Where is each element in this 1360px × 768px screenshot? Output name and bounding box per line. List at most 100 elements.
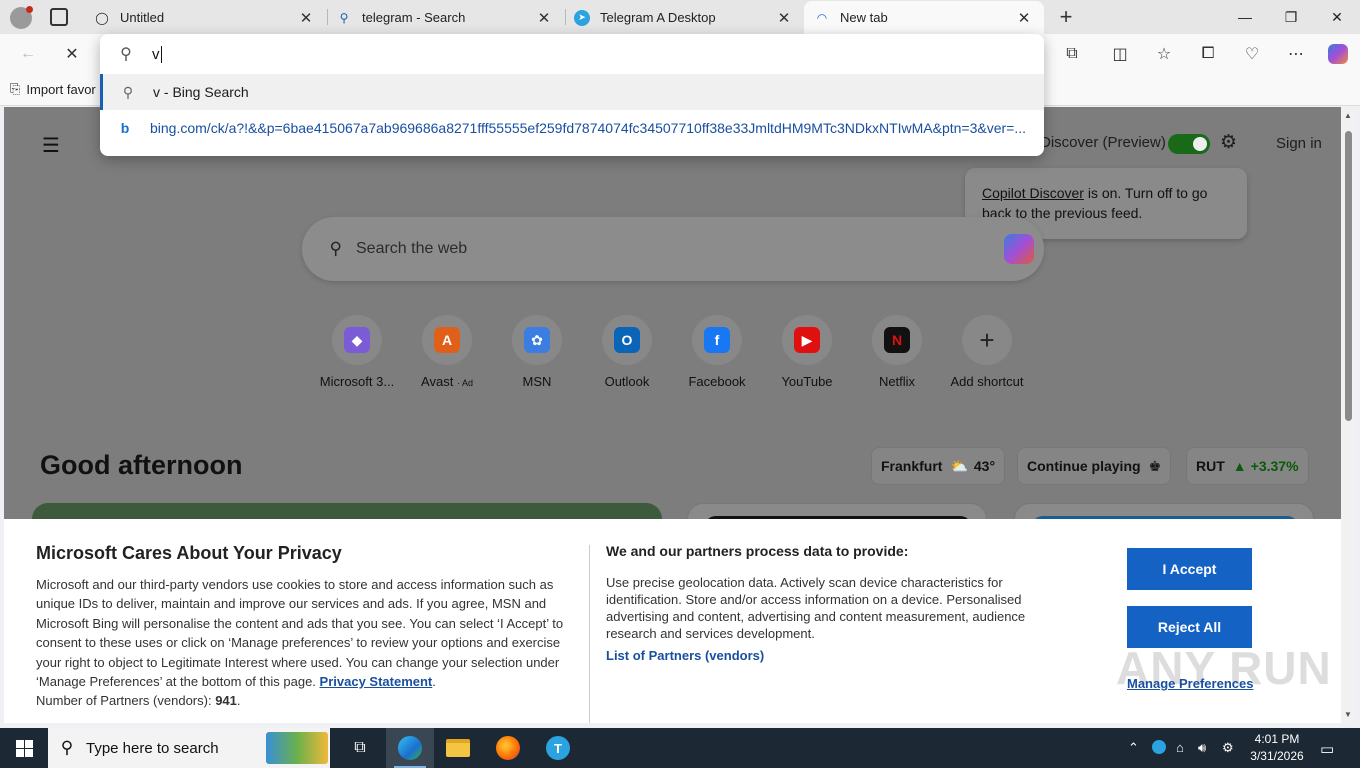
- shortcut-outlook[interactable]: O Outlook: [582, 315, 672, 389]
- manage-preferences-link[interactable]: Manage Preferences: [1127, 676, 1253, 691]
- purposes-heading: We and our partners process data to prov…: [606, 543, 909, 559]
- telegram-icon: ➤: [574, 9, 590, 26]
- shortcut-facebook[interactable]: f Facebook: [672, 315, 762, 389]
- suggestion-url[interactable]: b bing.com/ck/a?!&&p=6bae415067a7ab96968…: [100, 110, 1044, 146]
- file-explorer-icon[interactable]: [434, 728, 482, 768]
- collections-icon[interactable]: ⧠: [1194, 40, 1222, 68]
- edge-taskbar-icon[interactable]: [386, 728, 434, 768]
- clock-date: 3/31/2026: [1250, 749, 1304, 763]
- shortcut-microsoft365[interactable]: ◆ Microsoft 3...: [312, 315, 402, 389]
- network-icon[interactable]: ⌂: [1176, 740, 1184, 755]
- shortcut-label: Microsoft 3...: [319, 374, 395, 389]
- close-window-button[interactable]: ✕: [1314, 0, 1360, 34]
- accept-button[interactable]: I Accept: [1127, 548, 1252, 590]
- performance-icon[interactable]: ♡: [1238, 40, 1266, 68]
- ad-badge: · Ad: [456, 378, 473, 388]
- sign-in-link[interactable]: Sign in: [1276, 135, 1322, 152]
- minimize-button[interactable]: —: [1222, 0, 1268, 34]
- volume-icon[interactable]: 🔊︎: [1198, 740, 1206, 756]
- divider: [589, 545, 590, 723]
- notification-icon[interactable]: ▭: [1320, 740, 1334, 758]
- close-icon[interactable]: ✕: [1014, 9, 1034, 27]
- start-button[interactable]: [0, 728, 48, 768]
- tab-untitled[interactable]: ◯ Untitled ✕: [84, 1, 326, 34]
- partners-label: Number of Partners (vendors):: [36, 693, 216, 709]
- split-screen-icon[interactable]: ◫: [1106, 40, 1134, 68]
- close-icon[interactable]: ✕: [774, 9, 794, 27]
- privacy-statement-link[interactable]: Privacy Statement: [320, 674, 433, 689]
- suggestion-text: v - Bing Search: [153, 84, 249, 100]
- clock-time: 4:01 PM: [1254, 732, 1300, 746]
- settings-tray-icon[interactable]: ⚙: [1222, 740, 1234, 756]
- telegram-taskbar-icon[interactable]: T: [534, 728, 582, 768]
- tab-actions-icon[interactable]: [50, 8, 68, 26]
- avast-icon: A: [434, 327, 460, 353]
- import-favorites-button[interactable]: ⎘ Import favor: [10, 81, 96, 97]
- menu-icon[interactable]: ☰: [42, 133, 60, 158]
- plus-icon: +: [979, 324, 995, 355]
- shortcut-label: Add shortcut: [950, 374, 1024, 389]
- facebook-icon: f: [704, 327, 730, 353]
- page-scrollbar[interactable]: ▲ ▼: [1341, 107, 1356, 723]
- stock-symbol: RUT: [1196, 458, 1225, 474]
- reject-all-button[interactable]: Reject All: [1127, 606, 1252, 648]
- address-input[interactable]: ⚲ v: [100, 34, 1044, 74]
- loading-icon: ◠: [816, 10, 828, 25]
- shortcut-label: Netflix: [878, 374, 916, 389]
- tab-telegram-search[interactable]: ⚲ telegram - Search ✕: [326, 1, 564, 34]
- microsoft365-icon: ◆: [344, 327, 370, 353]
- purposes-body: Use precise geolocation data. Actively s…: [606, 575, 1026, 641]
- suggestion-bing-search[interactable]: ⚲ v - Bing Search: [100, 74, 1044, 110]
- copilot-icon[interactable]: [1324, 40, 1352, 68]
- address-bar-dropdown: ⚲ v ⚲ v - Bing Search b bing.com/ck/a?!&…: [100, 34, 1044, 156]
- continue-playing-pill[interactable]: Continue playing ♚: [1017, 447, 1172, 485]
- chevron-up-icon[interactable]: ⌃: [1128, 740, 1139, 756]
- search-placeholder: Search the web: [356, 240, 468, 257]
- stop-loading-button[interactable]: ✕: [58, 40, 86, 68]
- globe-icon: ◯: [95, 10, 109, 25]
- shortcut-avast[interactable]: A Avast · Ad: [402, 315, 492, 389]
- close-icon[interactable]: ✕: [534, 9, 554, 27]
- web-search-box[interactable]: ⚲ Search the web: [302, 217, 1044, 281]
- add-shortcut-button[interactable]: + Add shortcut: [942, 315, 1032, 389]
- telegram-tray-icon[interactable]: [1152, 740, 1166, 757]
- extensions-icon[interactable]: ⧉: [1058, 40, 1086, 68]
- more-icon[interactable]: ⋯: [1282, 40, 1310, 68]
- back-button[interactable]: ←: [14, 40, 42, 68]
- discover-toggle[interactable]: [1168, 134, 1210, 154]
- scrollbar-thumb[interactable]: [1345, 131, 1352, 421]
- weather-temp: 43°: [973, 458, 996, 474]
- shortcut-netflix[interactable]: N Netflix: [852, 315, 942, 389]
- task-view-icon[interactable]: ⧉: [336, 728, 384, 768]
- privacy-body-text: Microsoft and our third-party vendors us…: [36, 577, 564, 690]
- weather-city: Frankfurt: [881, 458, 943, 474]
- weather-pill[interactable]: Frankfurt ⛅ 43°: [871, 447, 1006, 485]
- taskbar-search[interactable]: ⚲ Type here to search: [48, 728, 330, 768]
- favorites-icon[interactable]: ☆: [1150, 40, 1178, 68]
- new-tab-button[interactable]: +: [1054, 4, 1078, 30]
- shortcut-label: YouTube: [781, 374, 833, 389]
- copilot-discover-link[interactable]: Copilot Discover: [982, 185, 1084, 201]
- shortcut-youtube[interactable]: ▶ YouTube: [762, 315, 852, 389]
- arrow-up-icon: ▲: [1232, 458, 1247, 474]
- tab-title: telegram - Search: [362, 10, 466, 25]
- tab-telegram-desktop[interactable]: ➤ Telegram A Desktop ✕: [564, 1, 804, 34]
- shortcut-msn[interactable]: ✿ MSN: [492, 315, 582, 389]
- address-value: v: [152, 45, 162, 63]
- restore-button[interactable]: ❐: [1268, 0, 1314, 34]
- tab-bar: ◯ Untitled ✕ ⚲ telegram - Search ✕ ➤ Tel…: [0, 0, 1360, 34]
- profile-avatar[interactable]: [10, 6, 33, 29]
- stock-pill[interactable]: RUT ▲ +3.37%: [1186, 447, 1309, 485]
- gear-icon[interactable]: ⚙: [1220, 131, 1237, 154]
- vendors-link[interactable]: List of Partners (vendors): [606, 648, 764, 663]
- taskbar: ⚲ Type here to search ⧉ T ⌃ ⌂ 🔊︎ ⚙ 4:01 …: [0, 728, 1360, 768]
- tab-title: New tab: [840, 10, 888, 25]
- outlook-icon: O: [614, 327, 640, 353]
- tab-new-tab[interactable]: ◠ New tab ✕: [804, 1, 1044, 34]
- bing-icon: b: [120, 120, 130, 136]
- firefox-icon[interactable]: [484, 728, 532, 768]
- copilot-icon[interactable]: [1004, 234, 1034, 264]
- close-icon[interactable]: ✕: [296, 9, 316, 27]
- taskbar-clock[interactable]: 4:01 PM 3/31/2026: [1248, 731, 1306, 765]
- netflix-icon: N: [884, 327, 910, 353]
